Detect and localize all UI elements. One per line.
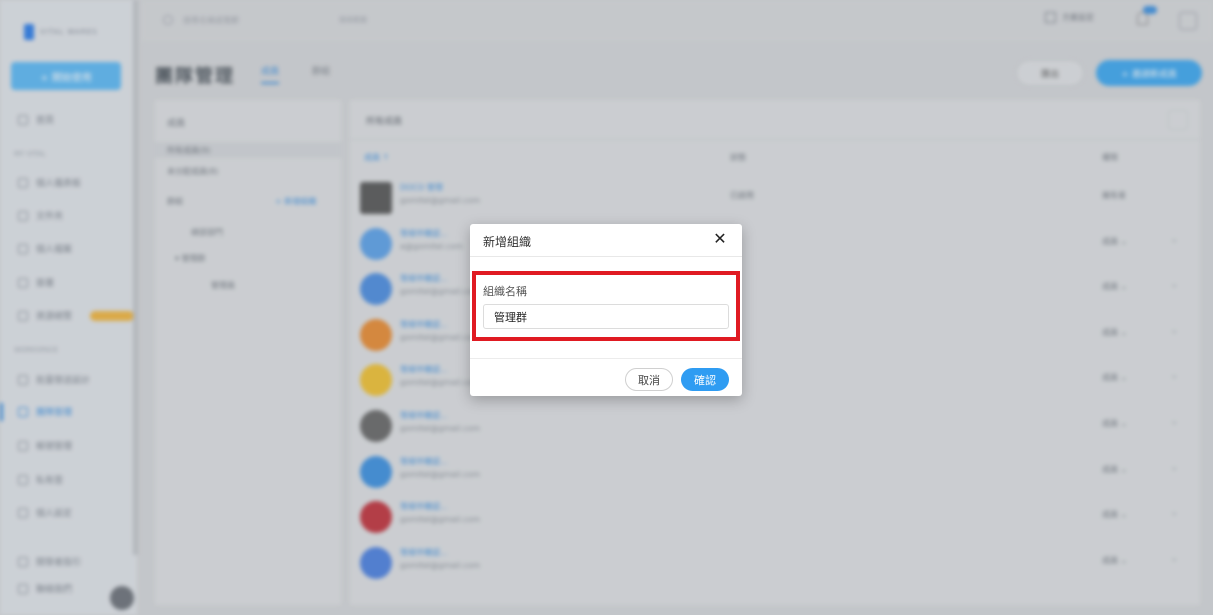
confirm-button[interactable]: 確認 — [681, 368, 729, 391]
dialog-title: 新增組織 — [483, 235, 532, 249]
cancel-button[interactable]: 取消 — [625, 368, 673, 391]
dialog-header: 新增組織 ✕ — [470, 224, 742, 257]
dialog-footer: 取消 確認 — [470, 358, 742, 396]
close-icon[interactable]: ✕ — [712, 231, 728, 247]
highlight-annotation-box — [472, 271, 740, 341]
